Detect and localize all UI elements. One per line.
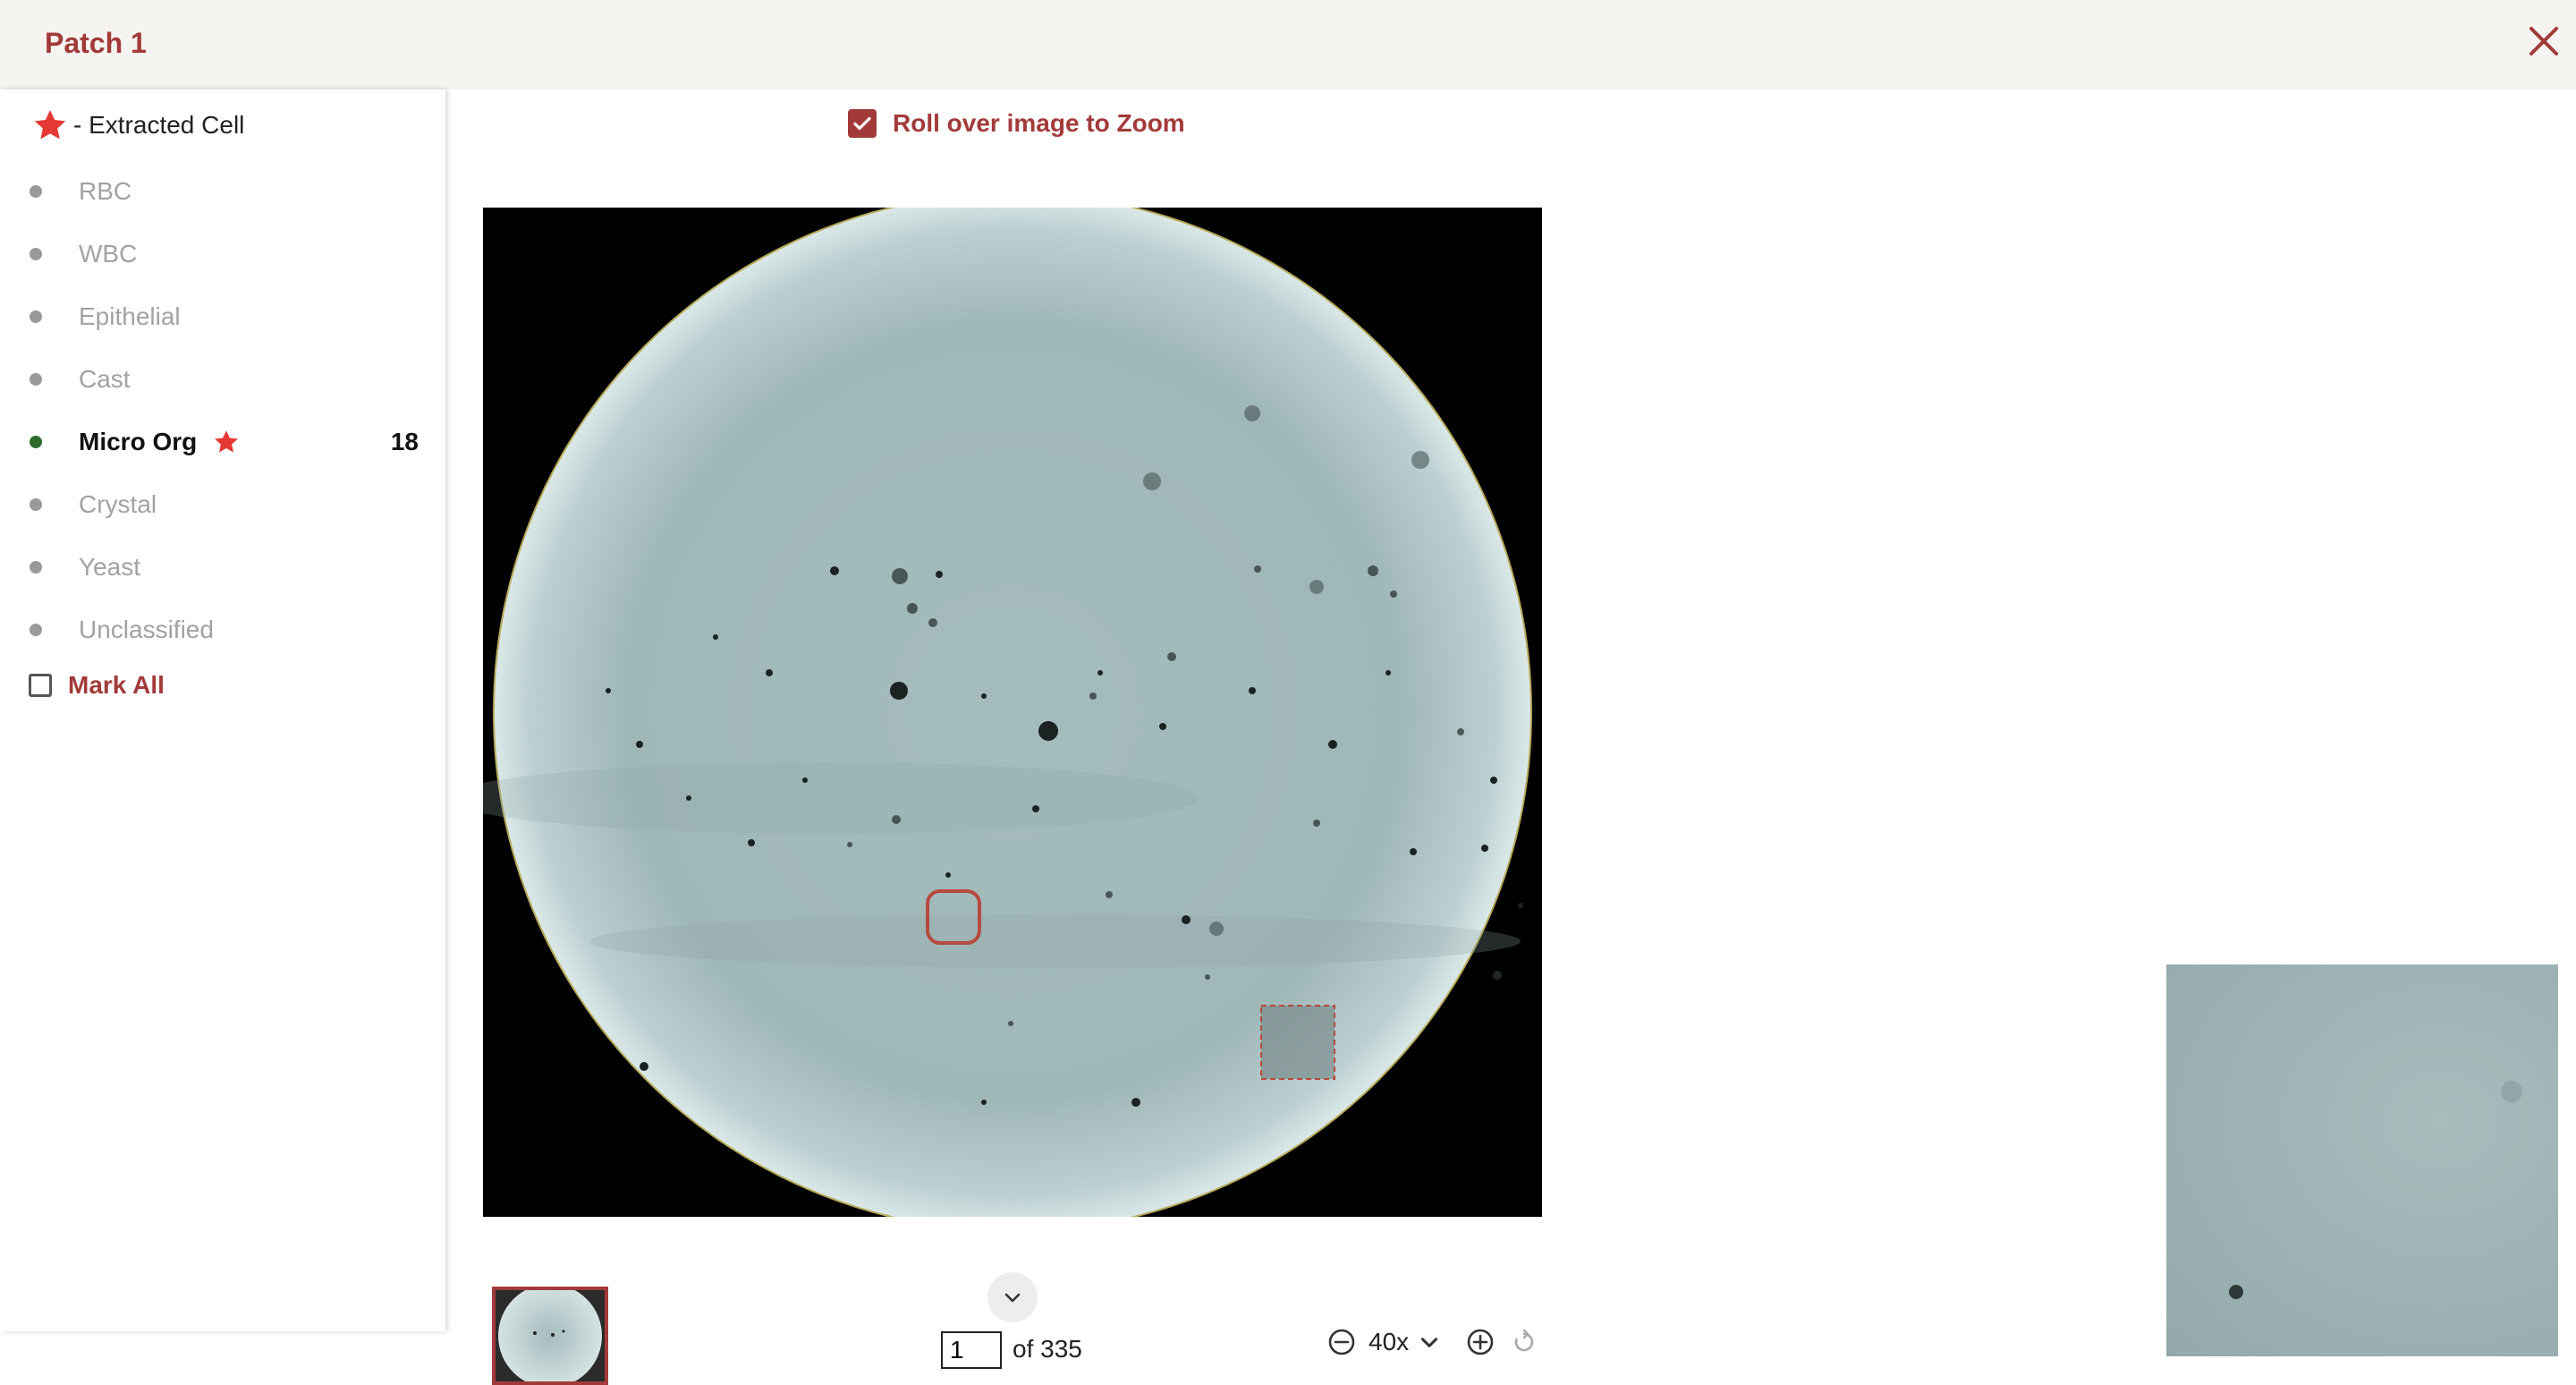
- class-count: 18: [390, 428, 419, 455]
- microscope-image-viewer[interactable]: [483, 208, 1542, 1217]
- class-label: RBC: [79, 177, 132, 205]
- class-sidebar: - Extracted Cell RBC WBC Epithelial Cast Mic…: [0, 89, 445, 1331]
- modal-header: Patch 1: [0, 0, 2576, 89]
- thumbnail-image[interactable]: [492, 1287, 608, 1385]
- status-dot: [30, 436, 42, 448]
- zoom-region-box: [1260, 1005, 1335, 1080]
- class-label: Micro Org: [79, 428, 198, 455]
- class-label: WBC: [79, 240, 138, 268]
- class-item[interactable]: Epithelial: [0, 285, 445, 348]
- class-item[interactable]: Crystal: [0, 473, 445, 536]
- status-dot: [30, 248, 42, 260]
- collapse-button[interactable]: [987, 1272, 1038, 1322]
- legend-label: - Extracted Cell: [73, 111, 245, 139]
- status-dot: [30, 561, 42, 574]
- class-item[interactable]: WBC: [0, 223, 445, 285]
- zoom-level: 40x: [1368, 1328, 1410, 1355]
- chevron-down-icon: [1004, 1293, 1021, 1303]
- class-item[interactable]: Micro Org 18: [0, 411, 445, 473]
- extracted-cell-legend: - Extracted Cell: [32, 107, 244, 143]
- status-dot: [30, 373, 42, 386]
- class-label: Yeast: [79, 553, 141, 581]
- zoom-preview: [2166, 964, 2558, 1356]
- status-dot: [30, 310, 42, 323]
- zoom-out-icon[interactable]: [1327, 1328, 1356, 1356]
- zoom-controls: 40x: [1327, 1328, 1538, 1356]
- status-dot: [30, 498, 42, 511]
- zoom-toggle-checkbox[interactable]: Roll over image to Zoom: [848, 109, 1185, 138]
- class-label: Cast: [79, 365, 131, 393]
- checkbox-icon: [29, 674, 52, 697]
- zoom-toggle-label: Roll over image to Zoom: [893, 109, 1185, 137]
- star-icon: [215, 430, 238, 453]
- star-icon: [34, 110, 66, 140]
- page-total: of 335: [1013, 1335, 1082, 1363]
- reset-icon[interactable]: [1511, 1329, 1538, 1355]
- mark-all-label: Mark All: [68, 671, 165, 699]
- class-label: Unclassified: [79, 616, 214, 643]
- zoom-in-icon[interactable]: [1466, 1328, 1495, 1356]
- status-dot: [30, 185, 42, 198]
- checkmark-icon: [848, 109, 877, 138]
- page-number-input[interactable]: [941, 1331, 1002, 1369]
- class-label: Epithelial: [79, 302, 181, 330]
- status-dot: [30, 624, 42, 636]
- class-item[interactable]: Yeast: [0, 536, 445, 599]
- close-icon[interactable]: [2524, 21, 2563, 61]
- class-label: Crystal: [79, 490, 157, 518]
- class-item[interactable]: RBC: [0, 160, 445, 223]
- chevron-down-icon[interactable]: [1418, 1330, 1441, 1354]
- microscope-field: [493, 208, 1532, 1217]
- page-title: Patch 1: [45, 27, 147, 59]
- mark-all-checkbox[interactable]: Mark All: [29, 671, 165, 700]
- class-item[interactable]: Cast: [0, 348, 445, 411]
- class-item[interactable]: Unclassified: [0, 599, 445, 661]
